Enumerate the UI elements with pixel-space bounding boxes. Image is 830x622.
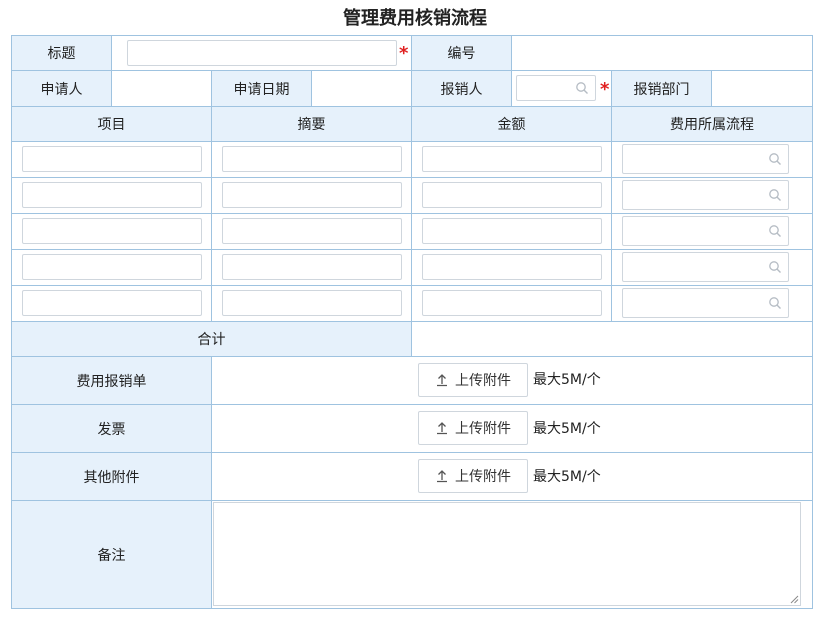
table-row (212, 286, 412, 322)
table-row (412, 286, 612, 322)
title-label: 标题 (12, 36, 112, 71)
summary-input[interactable] (222, 182, 402, 208)
process-input[interactable] (622, 216, 789, 246)
process-input[interactable] (622, 144, 789, 174)
column-header-process: 费用所属流程 (612, 107, 812, 142)
table-row (412, 214, 612, 250)
department-label: 报销部门 (612, 71, 712, 107)
table-row (412, 178, 612, 214)
size-note: 最大5M/个 (533, 421, 601, 437)
other-attachments-label: 其他附件 (12, 453, 212, 501)
item-input[interactable] (22, 146, 202, 172)
table-row (12, 286, 212, 322)
column-header-item: 项目 (12, 107, 212, 142)
title-required-mark: * (399, 43, 409, 64)
upload-button-label: 上传附件 (455, 421, 511, 437)
summary-input[interactable] (222, 218, 402, 244)
summary-input[interactable] (222, 290, 402, 316)
table-row (612, 214, 812, 250)
upload-button-label: 上传附件 (455, 469, 511, 485)
search-icon[interactable] (768, 260, 782, 274)
other-attachments-upload-cell: 上传附件 最大5M/个 (212, 453, 812, 501)
expense-form-upload-cell: 上传附件 最大5M/个 (212, 357, 812, 405)
page-title: 管理费用核销流程 (343, 8, 487, 29)
reimburser-cell: * (512, 71, 612, 107)
invoice-label: 发票 (12, 405, 212, 453)
amount-input[interactable] (422, 254, 602, 280)
search-icon[interactable] (768, 224, 782, 238)
process-input[interactable] (622, 288, 789, 318)
process-input[interactable] (622, 252, 789, 282)
reimburser-required-mark: * (600, 79, 610, 100)
table-row (12, 178, 212, 214)
upload-button-label: 上传附件 (455, 373, 511, 389)
table-row (12, 250, 212, 286)
remarks-cell (212, 501, 812, 608)
amount-input[interactable] (422, 182, 602, 208)
title-cell: * (112, 36, 412, 71)
applicant-label: 申请人 (12, 71, 112, 107)
search-icon[interactable] (768, 188, 782, 202)
title-input[interactable] (127, 40, 397, 66)
amount-input[interactable] (422, 290, 602, 316)
table-row (12, 142, 212, 178)
number-value (512, 36, 812, 71)
table-row (212, 214, 412, 250)
table-row (612, 286, 812, 322)
table-row (612, 142, 812, 178)
remarks-label: 备注 (12, 501, 212, 608)
invoice-upload-cell: 上传附件 最大5M/个 (212, 405, 812, 453)
search-icon[interactable] (768, 296, 782, 310)
table-row (212, 178, 412, 214)
upload-button[interactable]: 上传附件 (418, 459, 528, 493)
process-input[interactable] (622, 180, 789, 210)
table-row (612, 250, 812, 286)
upload-icon (437, 374, 447, 387)
search-icon[interactable] (768, 152, 782, 166)
number-label: 编号 (412, 36, 512, 71)
table-row (412, 250, 612, 286)
applicant-value (112, 71, 212, 107)
amount-input[interactable] (422, 146, 602, 172)
total-label: 合计 (12, 322, 412, 357)
size-note: 最大5M/个 (533, 372, 601, 388)
upload-button[interactable]: 上传附件 (418, 363, 528, 397)
summary-input[interactable] (222, 254, 402, 280)
apply-date-label: 申请日期 (212, 71, 312, 107)
item-input[interactable] (22, 290, 202, 316)
upload-button[interactable]: 上传附件 (418, 411, 528, 445)
amount-input[interactable] (422, 218, 602, 244)
item-input[interactable] (22, 182, 202, 208)
item-input[interactable] (22, 218, 202, 244)
table-row (12, 214, 212, 250)
expense-form-label: 费用报销单 (12, 357, 212, 405)
search-icon[interactable] (575, 81, 589, 95)
column-header-summary: 摘要 (212, 107, 412, 142)
upload-icon (437, 470, 447, 483)
total-value (412, 322, 812, 357)
item-input[interactable] (22, 254, 202, 280)
department-value (712, 71, 812, 107)
form-table: 标题 * 编号 申请人 申请日期 报销人 * 报销部门 项目 摘要 金额 费用所… (11, 35, 813, 609)
table-row (612, 178, 812, 214)
remarks-textarea[interactable] (213, 502, 801, 606)
reimburser-input[interactable] (516, 75, 596, 101)
summary-input[interactable] (222, 146, 402, 172)
table-row (212, 142, 412, 178)
reimburser-label: 报销人 (412, 71, 512, 107)
table-row (212, 250, 412, 286)
upload-icon (437, 422, 447, 435)
column-header-amount: 金额 (412, 107, 612, 142)
resize-grip-icon[interactable] (789, 594, 799, 604)
apply-date-value (312, 71, 412, 107)
table-row (412, 142, 612, 178)
size-note: 最大5M/个 (533, 469, 601, 485)
